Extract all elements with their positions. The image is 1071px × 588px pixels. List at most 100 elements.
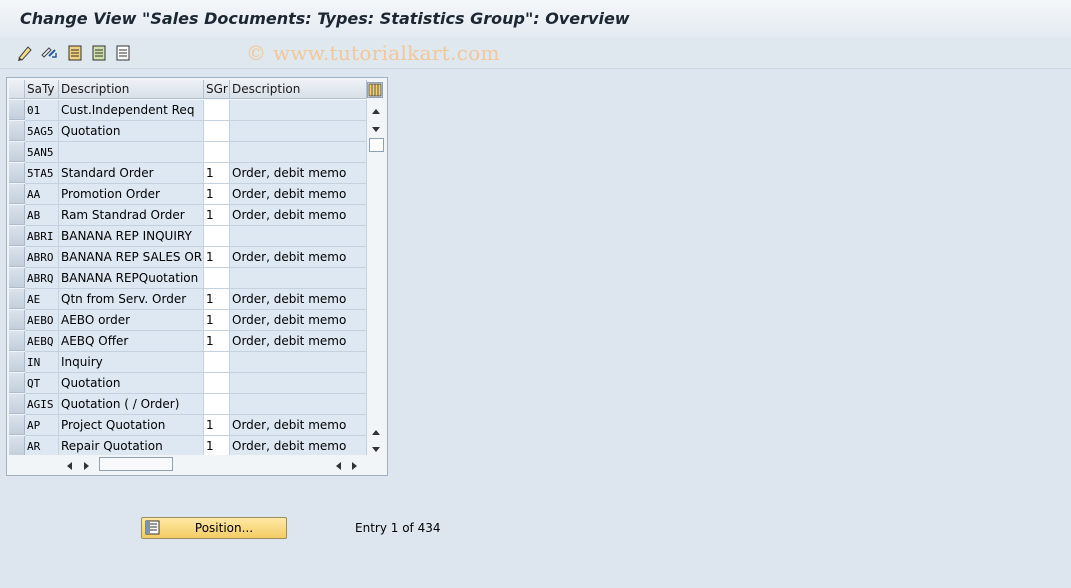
row-selector[interactable] — [9, 100, 25, 120]
row-selector[interactable] — [9, 373, 25, 393]
row-selector[interactable] — [9, 121, 25, 141]
table-row[interactable]: ABRQ BANANA REPQuotation — [7, 268, 367, 289]
cell-description: Standard Order — [59, 163, 204, 184]
table-header: SaTy Description SGr Description — [7, 80, 385, 99]
table-row[interactable]: AA Promotion Order 1 Order, debit memo — [7, 184, 367, 205]
table-row[interactable]: AB Ram Standrad Order 1 Order, debit memo — [7, 205, 367, 226]
table-row[interactable]: QT Quotation — [7, 373, 367, 394]
column-header-sgr[interactable]: SGr — [204, 80, 230, 99]
table-row[interactable]: 5TA5 Standard Order 1 Order, debit memo — [7, 163, 367, 184]
row-selector[interactable] — [9, 184, 25, 204]
select-block-icon[interactable] — [90, 44, 108, 62]
table-row[interactable]: AE Qtn from Serv. Order 1 Order, debit memo — [7, 289, 367, 310]
row-selector[interactable] — [9, 415, 25, 435]
cell-sgr-input[interactable]: 1 — [204, 163, 230, 184]
page-title: Change View "Sales Documents: Types: Sta… — [20, 9, 630, 28]
row-selector[interactable] — [9, 226, 25, 246]
scroll-right-end-icon[interactable] — [351, 460, 359, 474]
cell-sgr-input[interactable]: 1 — [204, 184, 230, 205]
cell-sgr-description — [230, 226, 367, 247]
cell-description: BANANA REP INQUIRY — [59, 226, 204, 247]
table-row[interactable]: ABRI BANANA REP INQUIRY — [7, 226, 367, 247]
row-selector[interactable] — [9, 352, 25, 372]
cell-sgr-input[interactable]: 1 — [204, 331, 230, 352]
column-header-saty[interactable]: SaTy — [25, 80, 59, 99]
table-row[interactable]: IN Inquiry — [7, 352, 367, 373]
cell-description: BANANA REP SALES ORD — [59, 247, 204, 268]
deselect-all-icon[interactable] — [114, 44, 132, 62]
table-row[interactable]: 5AN5 — [7, 142, 367, 163]
cell-sgr-input[interactable] — [204, 373, 230, 394]
row-selector[interactable] — [9, 247, 25, 267]
row-selector[interactable] — [9, 310, 25, 330]
scroll-thumb[interactable] — [369, 138, 384, 152]
cell-sgr-description: Order, debit memo — [230, 289, 367, 310]
row-selector[interactable] — [9, 394, 25, 414]
row-selector[interactable] — [9, 142, 25, 162]
select-all-icon[interactable] — [66, 44, 84, 62]
column-header-description[interactable]: Description — [59, 80, 204, 99]
cell-sgr-input[interactable]: 1 — [204, 247, 230, 268]
select-all-rows-header[interactable] — [9, 80, 25, 99]
cell-saty: 5AN5 — [25, 142, 59, 163]
table-settings-icon[interactable] — [367, 82, 383, 98]
table-row[interactable]: AEBO AEBO order 1 Order, debit memo — [7, 310, 367, 331]
table-row[interactable]: 5AG5 Quotation — [7, 121, 367, 142]
cell-sgr-input[interactable]: 1 — [204, 205, 230, 226]
entry-counter: Entry 1 of 434 — [355, 521, 441, 535]
table-row[interactable]: ABRO BANANA REP SALES ORD 1 Order, debit me… — [7, 247, 367, 268]
table-row[interactable]: 01 Cust.Independent Req — [7, 100, 367, 121]
horizontal-scroll-thumb[interactable] — [99, 457, 173, 471]
table-row[interactable]: AR Repair Quotation 1 Order, debit memo — [7, 436, 367, 457]
scroll-page-up-icon[interactable] — [371, 425, 381, 439]
row-selector[interactable] — [9, 331, 25, 351]
cell-description: Repair Quotation — [59, 436, 204, 457]
edit-icon[interactable] — [16, 44, 34, 62]
cell-sgr-input[interactable]: 1 — [204, 310, 230, 331]
cell-sgr-input[interactable] — [204, 142, 230, 163]
cell-sgr-input[interactable] — [204, 226, 230, 247]
cell-description: AEBO order — [59, 310, 204, 331]
scroll-right-icon[interactable] — [83, 460, 91, 474]
cell-sgr-input[interactable] — [204, 268, 230, 289]
cell-sgr-input[interactable] — [204, 100, 230, 121]
cell-sgr-description: Order, debit memo — [230, 436, 367, 457]
cell-sgr-description: Order, debit memo — [230, 310, 367, 331]
horizontal-scrollbar[interactable] — [7, 455, 385, 473]
cell-sgr-input[interactable] — [204, 352, 230, 373]
cell-sgr-input[interactable]: 1 — [204, 289, 230, 310]
cell-sgr-input[interactable]: 1 — [204, 436, 230, 457]
scroll-down-icon[interactable] — [371, 123, 381, 137]
scroll-up-icon[interactable] — [371, 104, 381, 118]
cell-sgr-input[interactable] — [204, 121, 230, 142]
cell-sgr-input[interactable] — [204, 394, 230, 415]
column-header-sgr-description[interactable]: Description — [230, 80, 367, 99]
row-selector[interactable] — [9, 289, 25, 309]
cell-saty: ABRI — [25, 226, 59, 247]
row-selector[interactable] — [9, 268, 25, 288]
vertical-scrollbar[interactable] — [367, 100, 385, 455]
cell-sgr-description — [230, 352, 367, 373]
cell-sgr-input[interactable]: 1 — [204, 415, 230, 436]
table-row[interactable]: AP Project Quotation 1 Order, debit memo — [7, 415, 367, 436]
cell-saty: ABRQ — [25, 268, 59, 289]
watermark-text: © www.tutorialkart.com — [246, 41, 500, 65]
row-selector[interactable] — [9, 163, 25, 183]
cell-description: Quotation — [59, 373, 204, 394]
cell-sgr-description — [230, 142, 367, 163]
position-button[interactable]: Position... — [141, 517, 287, 539]
row-selector[interactable] — [9, 436, 25, 456]
cell-sgr-description: Order, debit memo — [230, 184, 367, 205]
cell-sgr-description — [230, 100, 367, 121]
cell-saty: AEBO — [25, 310, 59, 331]
table-row[interactable]: AGIS Quotation ( / Order) — [7, 394, 367, 415]
cell-saty: 5AG5 — [25, 121, 59, 142]
scroll-left-end-icon[interactable] — [334, 460, 342, 474]
cell-saty: ABRO — [25, 247, 59, 268]
row-selector[interactable] — [9, 205, 25, 225]
scroll-left-icon[interactable] — [65, 460, 73, 474]
other-view-icon[interactable] — [40, 44, 58, 62]
cell-saty: AB — [25, 205, 59, 226]
table-row[interactable]: AEBQ AEBQ Offer 1 Order, debit memo — [7, 331, 367, 352]
cell-sgr-description: Order, debit memo — [230, 247, 367, 268]
